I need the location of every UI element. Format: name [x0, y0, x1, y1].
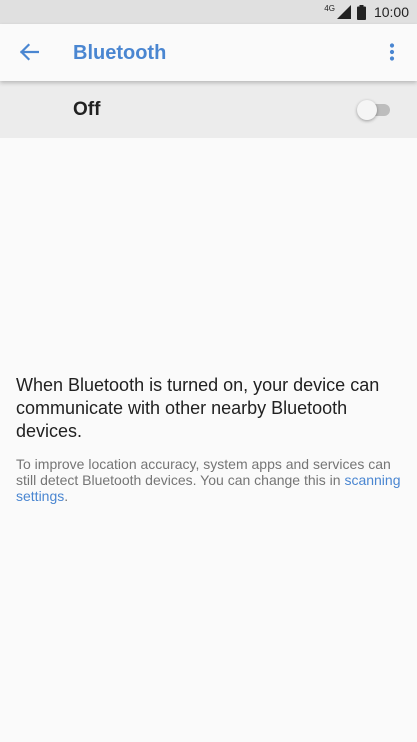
bluetooth-toggle[interactable]	[357, 99, 391, 121]
app-bar: Bluetooth	[0, 24, 417, 81]
page-title: Bluetooth	[73, 42, 167, 64]
overflow-menu-button[interactable]	[377, 35, 407, 69]
toggle-thumb	[357, 100, 377, 120]
back-button[interactable]	[12, 35, 46, 69]
network-type-label: 4G	[324, 3, 335, 13]
status-bar: 4G 10:00	[0, 0, 417, 24]
bluetooth-master-switch-bar[interactable]: Off	[0, 81, 417, 138]
cell-signal-icon	[336, 5, 351, 19]
bluetooth-off-message: When Bluetooth is turned on, your device…	[16, 375, 380, 441]
arrow-back-icon	[19, 43, 39, 61]
scanning-info-prefix: To improve location accuracy, system app…	[16, 456, 391, 488]
scanning-info-text: To improve location accuracy, system app…	[16, 456, 401, 504]
scanning-info-suffix: .	[64, 488, 69, 504]
battery-icon	[356, 4, 366, 20]
more-vert-icon	[389, 43, 395, 61]
status-clock: 10:00	[373, 4, 409, 20]
switch-state-label: Off	[73, 99, 101, 120]
